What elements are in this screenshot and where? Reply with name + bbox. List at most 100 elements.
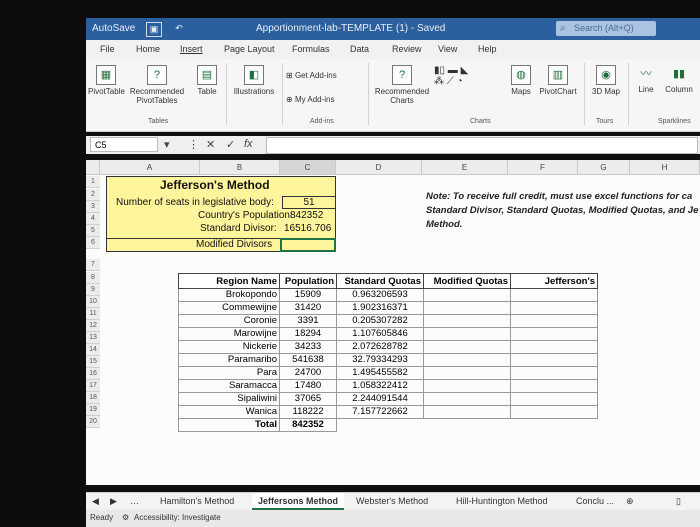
name-box-dropdown-icon[interactable]: ▾ [164, 138, 170, 151]
search-box[interactable]: ⌕ Search (Alt+Q) [556, 21, 656, 36]
modified-quota-cell[interactable] [423, 353, 511, 367]
more-options-icon[interactable]: ⋮ [188, 138, 199, 151]
population-cell[interactable]: 118222 [279, 405, 337, 419]
jefferson-cell[interactable] [510, 379, 598, 393]
population-value[interactable]: 842352 [290, 210, 323, 221]
region-name-cell[interactable]: Paramaribo [178, 353, 280, 367]
col-header-f[interactable]: F [508, 160, 578, 175]
row-header[interactable]: 17 [86, 380, 100, 392]
population-cell[interactable]: 541638 [279, 353, 337, 367]
header-jeffersons[interactable]: Jefferson's [510, 273, 598, 289]
row-header[interactable]: 18 [86, 392, 100, 404]
row-header[interactable]: 14 [86, 344, 100, 356]
row-header[interactable]: 8 [86, 272, 100, 284]
get-addins-button[interactable]: ⊞ Get Add-ins [286, 71, 337, 80]
col-header-b[interactable]: B [200, 160, 280, 175]
standard-quota-cell[interactable]: 1.107605846 [336, 327, 424, 341]
population-cell[interactable]: 3391 [279, 314, 337, 328]
autosave-toggle[interactable]: AutoSave [92, 23, 135, 34]
sheet-tab-webster[interactable]: Webster's Method [356, 496, 428, 506]
region-name-cell[interactable]: Coronie [178, 314, 280, 328]
jefferson-cell[interactable] [510, 288, 598, 302]
total-jefferson-cell[interactable] [511, 419, 598, 432]
col-header-d[interactable]: D [336, 160, 422, 175]
save-icon[interactable]: ▣ [146, 22, 162, 37]
row-header[interactable]: 6 [86, 237, 100, 249]
row-header[interactable]: 1 [86, 176, 100, 188]
illustrations-button[interactable]: ◧ Illustrations [232, 65, 276, 96]
add-sheet-icon[interactable]: ⊕ [626, 496, 634, 507]
jefferson-cell[interactable] [510, 314, 598, 328]
cancel-icon[interactable]: ✕ [206, 138, 215, 151]
col-header-g[interactable]: G [578, 160, 630, 175]
worksheet-grid[interactable]: A B C D E F G H 1 2 3 4 5 6 7 8 9 10 11 12 13 14 15 16 1… [86, 160, 700, 485]
seats-value[interactable]: 51 [282, 196, 336, 209]
tab-insert[interactable]: Insert [180, 44, 203, 54]
chart-types-group[interactable]: ▮▯ ▬ ◣ ⁂ ⟋ ◔ [434, 65, 504, 87]
sheet-tab-hamilton[interactable]: Hamilton's Method [160, 496, 234, 506]
sheet-tab-hill-huntington[interactable]: Hill-Huntington Method [456, 496, 548, 506]
population-cell[interactable]: 24700 [279, 366, 337, 380]
next-sheet-icon[interactable]: ▶ [110, 496, 117, 507]
row-header[interactable]: 12 [86, 320, 100, 332]
standard-quota-cell[interactable]: 2.072628782 [336, 340, 424, 354]
region-name-cell[interactable]: Marowijne [178, 327, 280, 341]
standard-quota-cell[interactable]: 2.244091544 [336, 392, 424, 406]
modified-quota-cell[interactable] [423, 288, 511, 302]
col-header-e[interactable]: E [422, 160, 508, 175]
total-modified-quota-cell[interactable] [424, 419, 511, 432]
maps-button[interactable]: ◍ Maps [506, 65, 536, 96]
row-header[interactable]: 4 [86, 213, 100, 225]
region-name-cell[interactable]: Brokopondo [178, 288, 280, 302]
document-title[interactable]: Apportionment-lab-TEMPLATE (1) - Saved [256, 23, 445, 34]
row-header[interactable]: 15 [86, 356, 100, 368]
3d-map-button[interactable]: ◉ 3D Map [588, 65, 624, 96]
row-header[interactable]: 13 [86, 332, 100, 344]
row-header[interactable]: 16 [86, 368, 100, 380]
sheet-tab-jefferson[interactable]: Jeffersons Method [252, 493, 345, 510]
accessibility-status[interactable]: Accessibility: Investigate [134, 513, 221, 522]
jefferson-cell[interactable] [510, 405, 598, 419]
standard-quota-cell[interactable]: 1.902316371 [336, 301, 424, 315]
sheet-tab-conclusion[interactable]: Conclu ... [576, 496, 614, 506]
modified-quota-cell[interactable] [423, 379, 511, 393]
table-button[interactable]: ▤ Table [192, 65, 222, 96]
horizontal-scrollbar[interactable]: ▯ [676, 496, 681, 507]
row-header[interactable]: 7 [86, 259, 100, 271]
jefferson-cell[interactable] [510, 353, 598, 367]
modified-quota-cell[interactable] [423, 327, 511, 341]
jefferson-cell[interactable] [510, 366, 598, 380]
row-header[interactable]: 20 [86, 416, 100, 428]
region-name-cell[interactable]: Sipaliwini [178, 392, 280, 406]
tab-page-layout[interactable]: Page Layout [224, 44, 275, 54]
tab-home[interactable]: Home [136, 44, 160, 54]
row-header[interactable]: 5 [86, 225, 100, 237]
divisor-value[interactable]: 16516.706 [284, 223, 331, 234]
row-header[interactable]: 11 [86, 308, 100, 320]
my-addins-button[interactable]: ⊕ My Add-ins [286, 95, 335, 104]
standard-quota-cell[interactable]: 7.157722662 [336, 405, 424, 419]
region-name-cell[interactable]: Saramacca [178, 379, 280, 393]
more-sheets-icon[interactable]: … [130, 496, 139, 506]
modified-quota-cell[interactable] [423, 314, 511, 328]
standard-quota-cell[interactable]: 1.495455582 [336, 366, 424, 380]
sparkline-column-button[interactable]: ▮▮ Column [662, 65, 696, 94]
col-header-h[interactable]: H [630, 160, 700, 175]
selected-cell-c5[interactable] [280, 238, 336, 252]
modified-quota-cell[interactable] [423, 405, 511, 419]
population-cell[interactable]: 34233 [279, 340, 337, 354]
row-header[interactable]: 9 [86, 284, 100, 296]
pivot-table-button[interactable]: ▦ PivotTable [88, 65, 125, 96]
tab-data[interactable]: Data [350, 44, 369, 54]
enter-icon[interactable]: ✓ [226, 138, 235, 151]
region-name-cell[interactable]: Commewijne [178, 301, 280, 315]
tab-formulas[interactable]: Formulas [292, 44, 330, 54]
row-header[interactable]: 3 [86, 201, 100, 213]
select-all-corner[interactable] [86, 160, 100, 175]
jefferson-cell[interactable] [510, 301, 598, 315]
recommended-charts-button[interactable]: ? Recommended Charts [372, 65, 432, 105]
jefferson-cell[interactable] [510, 392, 598, 406]
modified-quota-cell[interactable] [423, 301, 511, 315]
total-standard-quota-cell[interactable] [337, 419, 424, 432]
standard-quota-cell[interactable]: 1.058322412 [336, 379, 424, 393]
